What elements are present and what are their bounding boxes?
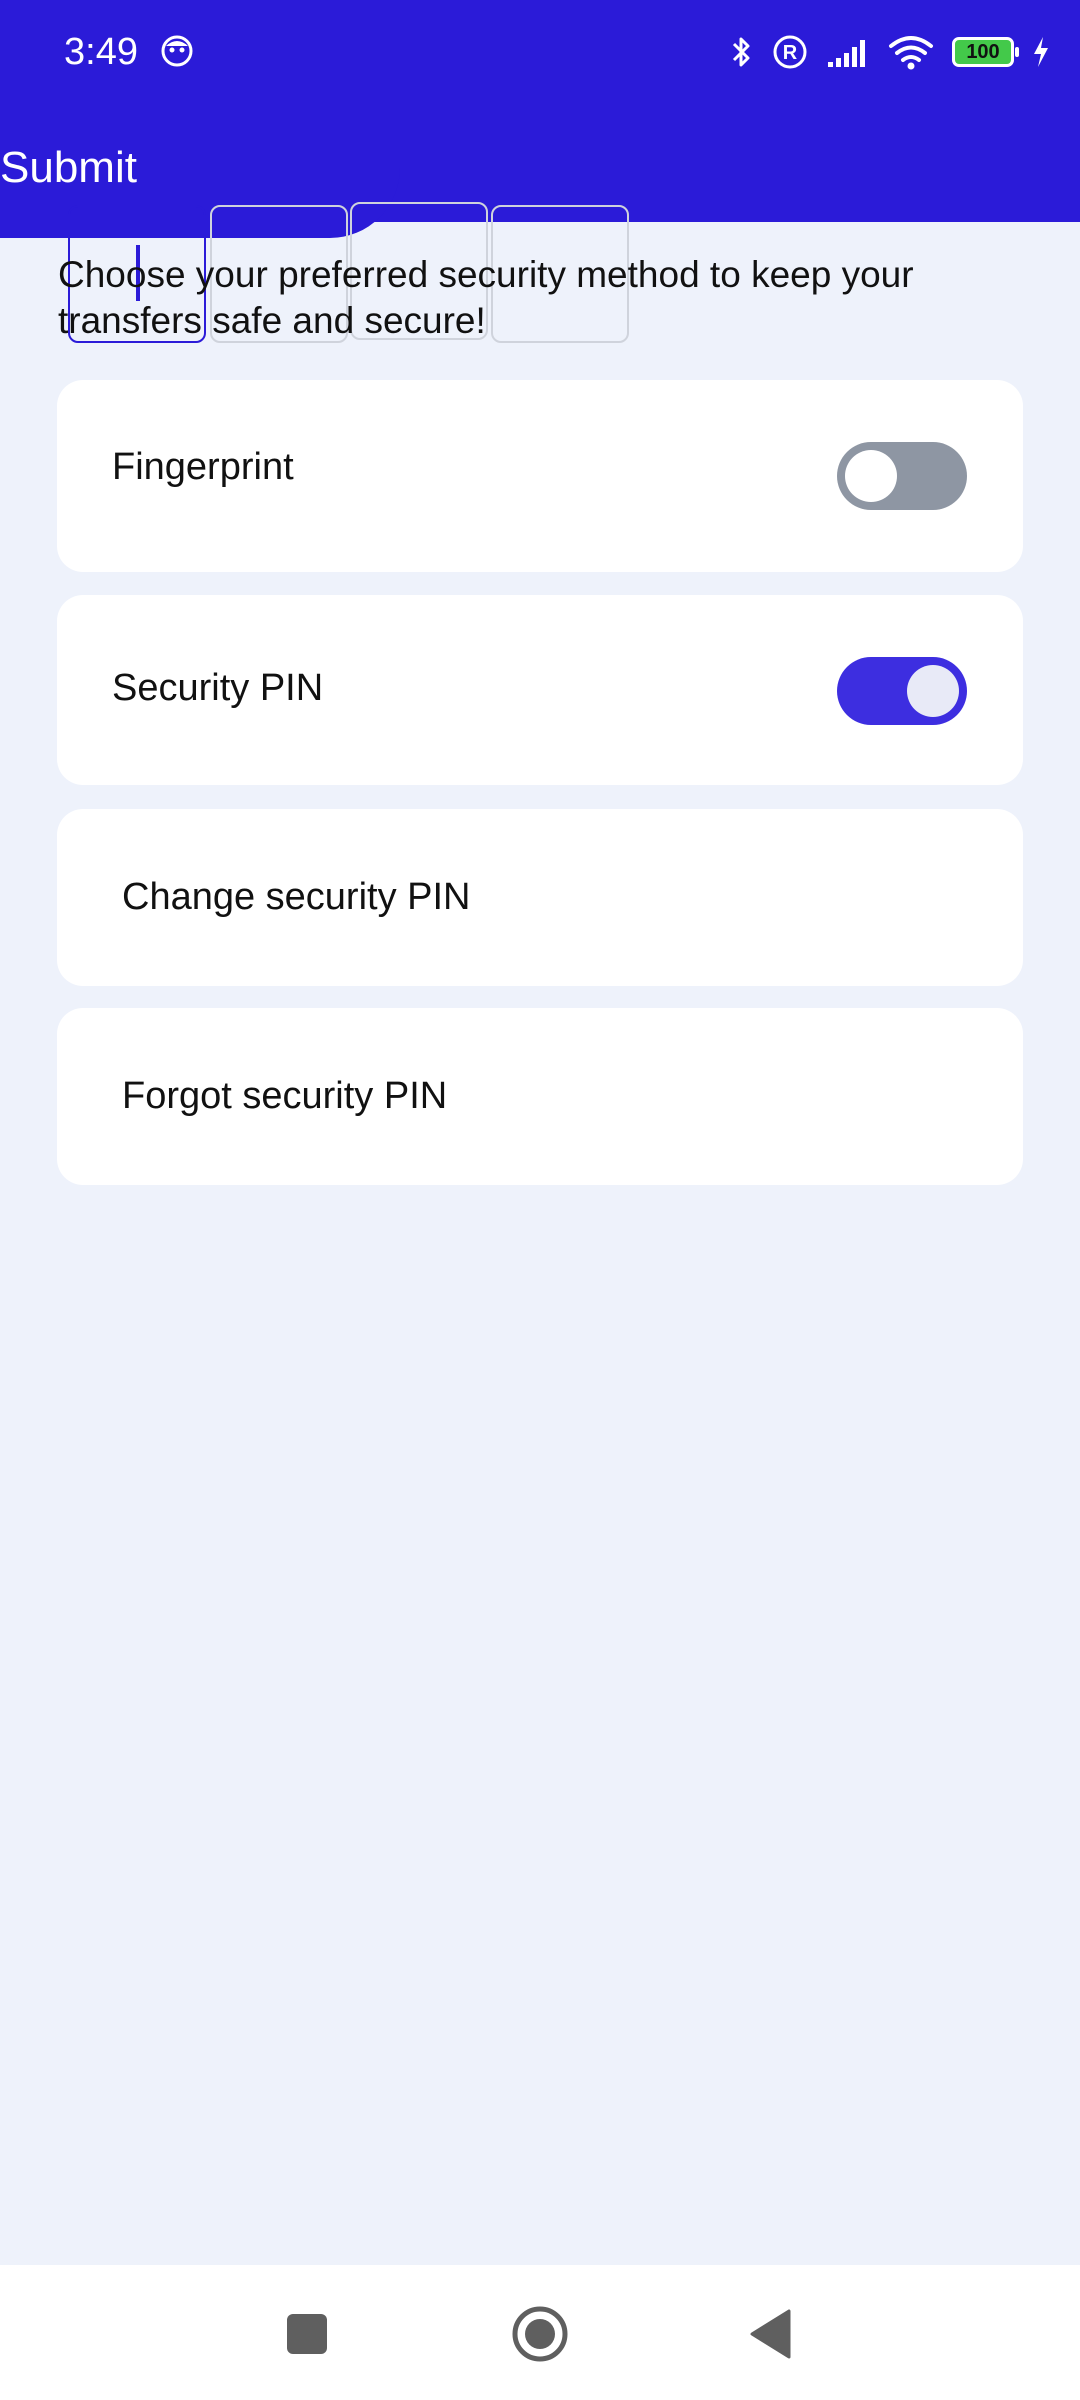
registered-icon: R (773, 35, 807, 69)
change-security-pin-label: Change security PIN (122, 876, 471, 918)
forgot-security-pin-button[interactable]: Forgot security PIN (57, 1008, 1023, 1185)
fingerprint-setting: Fingerprint (57, 380, 1023, 572)
toggle-knob (845, 450, 897, 502)
change-security-pin-button[interactable]: Change security PIN (57, 809, 1023, 986)
recents-icon[interactable] (286, 2313, 328, 2355)
forgot-security-pin-label: Forgot security PIN (122, 1075, 448, 1117)
system-navigation-bar (0, 2265, 1080, 2400)
fingerprint-label: Fingerprint (112, 446, 294, 488)
security-pin-setting: Security PIN (57, 595, 1023, 785)
bluetooth-icon (732, 37, 750, 67)
home-icon[interactable] (511, 2305, 569, 2363)
status-time: 3:49 (64, 31, 138, 73)
fingerprint-toggle[interactable] (837, 442, 967, 510)
notification-face-icon (161, 35, 193, 67)
intro-text: Choose your preferred security method to… (58, 254, 914, 341)
app-header: 3:49 R 100 Submit (0, 0, 1080, 238)
back-icon[interactable] (749, 2309, 793, 2359)
wifi-icon (889, 36, 933, 70)
battery-level: 100 (966, 40, 1000, 63)
toggle-knob (907, 665, 959, 717)
security-pin-toggle[interactable] (837, 657, 967, 725)
svg-text:R: R (783, 42, 798, 64)
security-pin-label: Security PIN (112, 667, 324, 709)
signal-icon (828, 40, 865, 67)
charging-icon (1034, 37, 1048, 67)
status-icons: R 100 (730, 28, 1050, 76)
page-title[interactable]: Submit (0, 140, 137, 196)
battery-icon: 100 (952, 37, 1019, 67)
